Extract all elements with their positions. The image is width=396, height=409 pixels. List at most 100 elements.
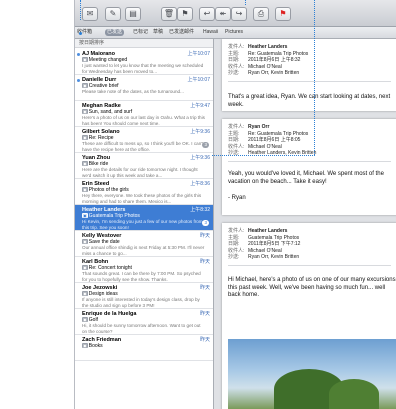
list-item[interactable]: Joe Jezowski 昨天 ▣ Design ideas If anyone … bbox=[75, 283, 213, 309]
favorite-flagged[interactable]: 已标记 bbox=[133, 29, 148, 36]
message-date: 昨天 bbox=[199, 259, 210, 265]
date-value: 2011年8月5日 下午7:12 bbox=[248, 241, 301, 247]
message-viewer: 发件人: Heather Landers 主题: Re: Guatemala Tri… bbox=[214, 39, 396, 409]
thread-count-badge: 3 bbox=[202, 220, 209, 226]
list-item[interactable]: Kelly Westover 昨天 ▣ Save the date Our ann… bbox=[75, 231, 213, 257]
message-preview: That sounds great. I can be there by 7:0… bbox=[82, 271, 201, 282]
message-preview: Hey there, everyone. We took these photo… bbox=[82, 193, 202, 204]
flag-icon[interactable]: ⚑ bbox=[275, 7, 291, 21]
favorites-bar: 收件箱 已发送 已标记 草稿 已发送邮件 Hawaii Pictures bbox=[75, 27, 396, 39]
mailbox-icon[interactable]: ✉ bbox=[82, 7, 98, 21]
mailbox-tag: ▣ bbox=[82, 291, 88, 296]
toolbar: ✉ ✎ ▤ 🗑 ⚑ ↩ ↞ ↪ ⎙ ⚑ bbox=[75, 0, 396, 27]
cc-value: Ryan Orr, Kevin Britten bbox=[248, 70, 300, 76]
message-preview: Please take note of the dates, as the tu… bbox=[82, 89, 184, 94]
cc-label: 抄送: bbox=[228, 70, 240, 76]
message-date: 上午8:32 bbox=[190, 207, 210, 213]
mailbox-tag: ▣ bbox=[82, 213, 88, 218]
compose-icon[interactable]: ✎ bbox=[105, 7, 121, 21]
message-preview: Our annual office shindig is next Friday… bbox=[82, 245, 205, 256]
header-divider bbox=[228, 81, 391, 82]
message-date: 昨天 bbox=[199, 311, 210, 317]
message-preview: If anyone is still interested in today's… bbox=[82, 297, 200, 308]
list-item[interactable]: Danielle Durr 上午10:07 ▣ Creative brief Pl… bbox=[75, 75, 213, 101]
message-preview: I just wanted to let you know that the m… bbox=[82, 63, 204, 74]
list-item[interactable]: Yuan Zhou 上午9:36 ▣ Bike ride Here are the… bbox=[75, 153, 213, 179]
mailbox-tag: ▣ bbox=[82, 109, 88, 114]
favorite-drafts[interactable]: 草稿 bbox=[153, 29, 163, 36]
callout-dot bbox=[79, 32, 82, 35]
message-date: 昨天 bbox=[199, 285, 210, 291]
thread-message-card[interactable]: 发件人: Heather Landers 主题: Re: Guatemala Tri… bbox=[222, 39, 396, 111]
message-date: 上午10:07 bbox=[187, 77, 210, 83]
from-value: Heather Landers bbox=[248, 228, 288, 234]
message-signature: - Ryan bbox=[228, 195, 246, 201]
date-value: 2011年8月6日 上午8:32 bbox=[248, 57, 301, 63]
message-date: 上午9:36 bbox=[190, 129, 210, 135]
trash-icon[interactable]: 🗑 bbox=[161, 7, 177, 21]
message-header: 发件人: Ryan Orr 主题: Re: Guatemala Trip Photo… bbox=[228, 124, 316, 157]
message-preview: Hi Kevin, I'm sending you just a few of … bbox=[82, 219, 203, 230]
mailbox-tag: ▣ bbox=[82, 161, 88, 166]
favorite-pictures[interactable]: Pictures bbox=[225, 29, 243, 36]
message-date: 上午9:47 bbox=[190, 103, 210, 109]
callout-line bbox=[80, 0, 81, 20]
mailbox-tag: ▣ bbox=[82, 265, 88, 270]
message-preview bbox=[82, 349, 206, 360]
mailbox-tag: ▣ bbox=[82, 187, 88, 192]
list-item[interactable]: AJ Maiorano 上午10:07 ▣ Meeting changed I j… bbox=[75, 49, 213, 75]
header-divider bbox=[228, 265, 391, 266]
mailbox-tag: ▣ bbox=[82, 317, 88, 322]
message-date: 上午9:36 bbox=[190, 155, 210, 161]
sort-bar[interactable]: 按日期排序 bbox=[75, 39, 213, 48]
unread-dot-icon bbox=[77, 79, 80, 82]
to-value: Michael O'Neal bbox=[248, 247, 282, 254]
message-date: 上午8:36 bbox=[190, 181, 210, 187]
mailbox-tag: ▣ bbox=[82, 83, 88, 88]
message-date: 昨天 bbox=[199, 337, 210, 343]
list-item[interactable]: Erin Steed 上午8:36 ▣ Photos of the girls H… bbox=[75, 179, 213, 205]
to-value: Michael O'Neal bbox=[248, 143, 282, 150]
message-date: 上午10:07 bbox=[187, 51, 210, 57]
callout-line bbox=[245, 0, 246, 5]
subject-value: Re: Guatemala Trip Photos bbox=[248, 130, 309, 137]
cc-value: Ryan Orr, Kevin Britten bbox=[248, 254, 300, 260]
favorite-sent[interactable]: 已发送 bbox=[105, 29, 125, 36]
junk-icon[interactable]: ⚑ bbox=[177, 7, 193, 21]
from-value: Ryan Orr bbox=[248, 124, 270, 130]
list-item[interactable]: Karl Bohn 昨天 ▣ Re: Concert tonight That s… bbox=[75, 257, 213, 283]
date-value: 2011年8月6日 上午8:05 bbox=[248, 137, 301, 143]
cc-label: 抄送: bbox=[228, 254, 240, 260]
list-item[interactable]: Enrique de la Huelga 昨天 ▣ Golf Hi, it sho… bbox=[75, 309, 213, 335]
mail-window: ✉ ✎ ▤ 🗑 ⚑ ↩ ↞ ↪ ⎙ ⚑ 收件箱 已发送 已标记 草稿 已发送邮件… bbox=[74, 0, 396, 409]
list-item[interactable]: Meghan Radke 上午9:47 ▣ Sun, sand, and surf… bbox=[75, 101, 213, 127]
message-header: 发件人: Heather Landers 主题: Re: Guatemala Tri… bbox=[228, 44, 308, 77]
mailbox-tag: ▣ bbox=[82, 343, 88, 348]
message-preview: These are difficult to mess up, so I thi… bbox=[82, 141, 204, 152]
message-body: That's a great idea, Ryan. We can start … bbox=[228, 94, 391, 108]
message-header: 发件人: Heather Landers 主题: Guatemala Trip Ph… bbox=[228, 228, 300, 261]
mailbox-tag: ▣ bbox=[82, 57, 88, 62]
message-date: 昨天 bbox=[199, 233, 210, 239]
message-body: Hi Michael, here's a photo of us on one … bbox=[228, 277, 396, 298]
favorite-hawaii[interactable]: Hawaii bbox=[203, 29, 218, 36]
thread-message-card[interactable]: 发件人: Ryan Orr 主题: Re: Guatemala Trip Photo… bbox=[222, 119, 396, 215]
forward-icon[interactable]: ↪ bbox=[231, 7, 247, 21]
reply-icon[interactable]: ↩ bbox=[199, 7, 215, 21]
callout-line bbox=[212, 155, 315, 156]
to-value: Michael O'Neal bbox=[248, 63, 282, 70]
message-body: Yeah, you would've loved it, Michael. We… bbox=[228, 171, 384, 185]
unread-dot-icon bbox=[77, 53, 80, 56]
message-preview: Here's a photo of us on our last day in … bbox=[82, 115, 205, 126]
favorite-sent-mail[interactable]: 已发送邮件 bbox=[169, 29, 194, 36]
from-value: Heather Landers bbox=[248, 44, 288, 50]
list-item-selected[interactable]: Heather Landers 上午8:32 ▣ Guatemala Trip P… bbox=[75, 205, 213, 231]
list-item[interactable]: Gilbert Solano 上午9:36 ▣ Re: Recipe These … bbox=[75, 127, 213, 153]
reply-all-icon[interactable]: ↞ bbox=[215, 7, 231, 21]
mailbox-tag: ▣ bbox=[82, 135, 88, 140]
message-list: 按日期排序 AJ Maiorano 上午10:07 ▣ Meeting chang… bbox=[75, 39, 214, 409]
note-icon[interactable]: ▤ bbox=[125, 7, 141, 21]
print-icon[interactable]: ⎙ bbox=[253, 7, 269, 21]
subject-value: Guatemala Trip Photos bbox=[248, 234, 300, 241]
list-item[interactable]: Zach Friedman 昨天 ▣ Books bbox=[75, 335, 213, 361]
